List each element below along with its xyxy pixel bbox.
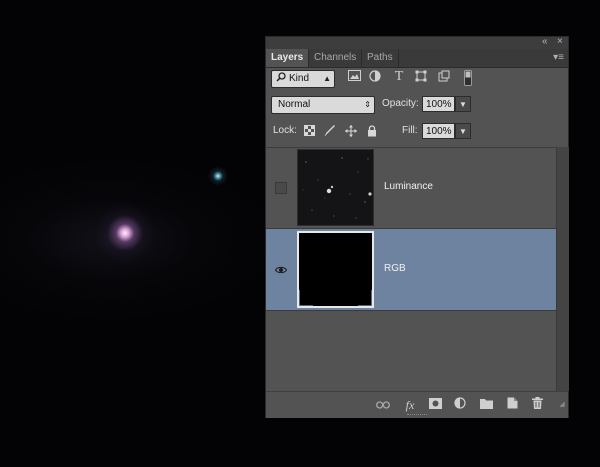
layers-panel: « × Layers Channels Paths ▾≡ Kind ▲ T No…: [265, 36, 569, 418]
resize-grip-icon[interactable]: ◢: [554, 397, 570, 413]
eye-icon[interactable]: [274, 263, 288, 275]
group-folder-icon[interactable]: [478, 397, 494, 413]
new-layer-icon[interactable]: [504, 397, 520, 413]
tab-paths[interactable]: Paths: [362, 49, 399, 67]
lock-transparent-icon[interactable]: [303, 125, 315, 137]
panel-menu-icon[interactable]: ▾≡: [553, 49, 564, 67]
lock-image-icon[interactable]: [324, 125, 336, 137]
image-filter-icon[interactable]: [347, 70, 361, 84]
opacity-field[interactable]: 100%: [422, 96, 455, 112]
blend-mode-value: Normal: [278, 99, 311, 110]
close-icon[interactable]: ×: [557, 35, 563, 49]
fill-label: Fill:: [402, 125, 418, 136]
trash-icon[interactable]: [529, 397, 545, 413]
tab-layers[interactable]: Layers: [266, 49, 310, 67]
filter-toggle-icon[interactable]: [461, 70, 475, 86]
adjustment-icon[interactable]: [452, 397, 468, 413]
opacity-chevron-down-icon[interactable]: ▼: [455, 96, 471, 112]
adjustment-filter-icon[interactable]: [368, 70, 382, 84]
layer-row-rgb[interactable]: RGB: [266, 229, 556, 311]
fill-field[interactable]: 100%: [422, 123, 455, 139]
layer-thumbnail: [297, 231, 374, 308]
smart-object-filter-icon[interactable]: [437, 70, 451, 84]
chevron-updown-icon: ⇕: [364, 100, 371, 109]
fill-chevron-down-icon[interactable]: ▼: [455, 123, 471, 139]
search-icon: [276, 71, 286, 87]
layer-name[interactable]: RGB: [384, 262, 406, 276]
visibility-toggle-empty[interactable]: [275, 181, 287, 194]
blend-mode-dropdown[interactable]: Normal ⇕: [271, 96, 375, 114]
lock-all-icon[interactable]: [366, 125, 378, 137]
shape-filter-icon[interactable]: [414, 70, 428, 84]
tab-channels[interactable]: Channels: [309, 49, 363, 67]
type-filter-icon[interactable]: T: [392, 70, 406, 84]
fx-icon[interactable]: fx: [402, 397, 418, 413]
chevron-updown-icon: ▲: [323, 74, 331, 83]
lock-position-icon[interactable]: [345, 125, 357, 137]
lock-label: Lock:: [273, 125, 297, 136]
opacity-label: Opacity:: [382, 98, 419, 109]
collapse-icon[interactable]: «: [542, 35, 548, 49]
layer-thumbnail: [297, 149, 374, 226]
panel-resize-handle[interactable]: [407, 414, 427, 418]
panel-tabs: Layers Channels Paths ▾≡: [266, 49, 568, 68]
panel-titlebar: « ×: [266, 35, 568, 49]
layer-name[interactable]: Luminance: [384, 180, 433, 194]
kind-dropdown[interactable]: Kind ▲: [271, 70, 335, 88]
link-icon[interactable]: [375, 397, 391, 413]
layers-scrollbar[interactable]: [556, 147, 569, 391]
layer-row-luminance[interactable]: Luminance: [266, 147, 556, 229]
mask-icon[interactable]: [427, 397, 443, 413]
kind-label: Kind: [289, 73, 310, 84]
